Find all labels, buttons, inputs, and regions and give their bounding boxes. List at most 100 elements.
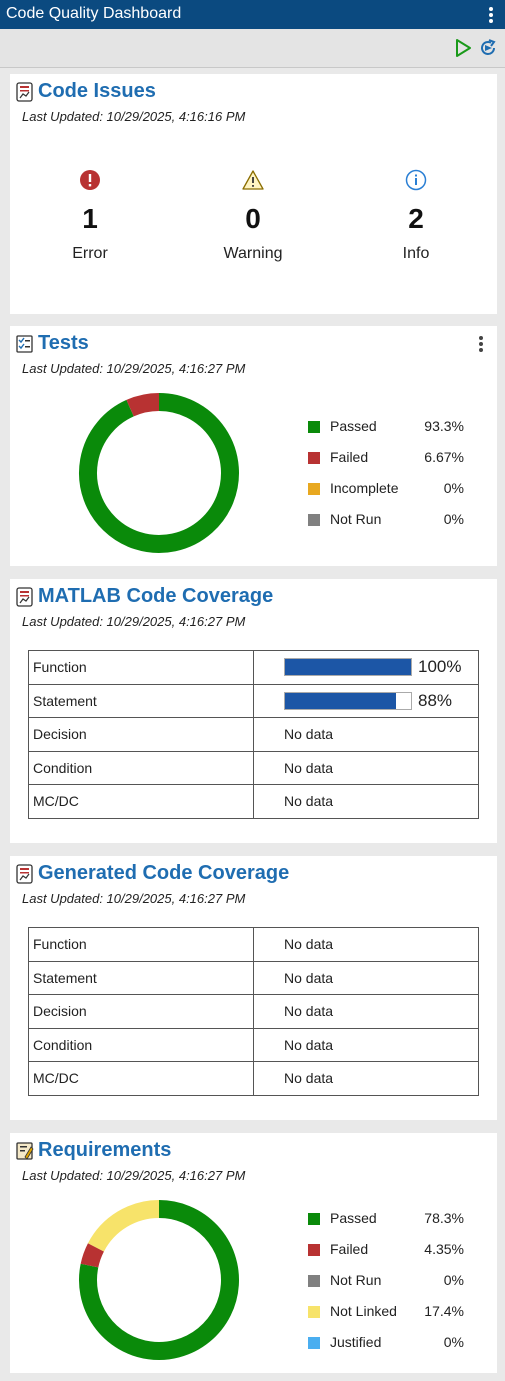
tests-legend-item-failed[interactable]: Failed 6.67% (308, 449, 468, 480)
toolbar (0, 29, 505, 68)
info-summary[interactable]: 2 Info (346, 169, 486, 263)
tests-donut-chart[interactable] (74, 388, 244, 558)
requirements-title[interactable]: Requirements (38, 1139, 171, 1162)
tests-legend-item-not-run[interactable]: Not Run 0% (308, 511, 468, 542)
tests-menu-icon[interactable] (479, 336, 483, 354)
coverage-bar[interactable] (284, 658, 412, 677)
tests-legend-item-incomplete[interactable]: Incomplete 0% (308, 480, 468, 511)
titlebar-menu-icon[interactable] (489, 7, 493, 23)
requirements-card: Requirements Last Updated: 10/29/2025, 4… (10, 1133, 497, 1373)
legend-label: Failed (330, 449, 369, 465)
generated-coverage-table: Function No data Statement No data Decision N… (28, 927, 479, 1096)
legend-percent: 0% (443, 511, 464, 527)
matlab-coverage-row-statement: Statement 88% (28, 683, 479, 718)
legend-swatch (308, 452, 320, 464)
legend-label: Not Run (330, 511, 382, 527)
coverage-value[interactable]: No data (253, 960, 479, 995)
tests-legend: Passed 93.3% Failed 6.67% Incomplete 0% Not Ru… (308, 418, 468, 542)
warning-summary[interactable]: 0 Warning (183, 169, 323, 263)
info-icon (405, 169, 427, 191)
legend-label: Failed (330, 1241, 369, 1257)
requirements-legend-item-justified[interactable]: Justified 0% (308, 1334, 468, 1365)
matlab-coverage-row-mcdc: MC/DC No data (28, 784, 479, 819)
error-icon (80, 170, 100, 190)
coverage-metric: MC/DC (28, 784, 254, 819)
requirements-slice-not-linked[interactable] (87, 1200, 160, 1252)
code-issues-title[interactable]: Code Issues (38, 80, 156, 103)
warning-count: 0 (245, 203, 261, 234)
coverage-value[interactable]: 100% (253, 650, 479, 685)
generated-coverage-row-decision: Decision No data (28, 994, 479, 1029)
legend-percent: 0% (443, 480, 464, 496)
coverage-value[interactable]: No data (253, 994, 479, 1029)
legend-label: Not Run (330, 1272, 382, 1288)
tests-title[interactable]: Tests (38, 332, 89, 355)
play-icon[interactable] (452, 37, 474, 59)
tests-card: Tests Last Updated: 10/29/2025, 4:16:27 … (10, 326, 497, 566)
legend-percent: 6.67% (424, 449, 464, 465)
coverage-metric: Statement (28, 683, 254, 718)
coverage-metric: Function (28, 650, 254, 685)
requirements-legend-item-failed[interactable]: Failed 4.35% (308, 1241, 468, 1272)
warning-label: Warning (223, 245, 283, 262)
window-titlebar: Code Quality Dashboard (0, 0, 505, 29)
coverage-percent: 88% (418, 690, 453, 710)
coverage-no-data: No data (284, 1003, 334, 1020)
coverage-value[interactable]: No data (253, 717, 479, 752)
generated-coverage-row-mcdc: MC/DC No data (28, 1061, 479, 1096)
legend-percent: 78.3% (424, 1210, 464, 1226)
matlab-coverage-title[interactable]: MATLAB Code Coverage (38, 585, 273, 608)
generated-coverage-card: Generated Code Coverage Last Updated: 10… (10, 856, 497, 1120)
legend-label: Justified (330, 1334, 382, 1350)
legend-swatch (308, 421, 320, 433)
coverage-no-data: No data (284, 1070, 334, 1087)
refresh-icon[interactable] (477, 37, 499, 59)
matlab-coverage-row-decision: Decision No data (28, 717, 479, 752)
requirements-updated: Last Updated: 10/29/2025, 4:16:27 PM (22, 1168, 246, 1183)
legend-percent: 17.4% (424, 1303, 464, 1319)
legend-swatch (308, 1337, 320, 1349)
coverage-no-data: No data (284, 1036, 334, 1053)
requirements-legend-item-not-linked[interactable]: Not Linked 17.4% (308, 1303, 468, 1334)
report-icon (16, 82, 33, 102)
code-issues-updated: Last Updated: 10/29/2025, 4:16:16 PM (22, 109, 246, 124)
generated-coverage-row-condition: Condition No data (28, 1027, 479, 1062)
legend-swatch (308, 514, 320, 526)
generated-coverage-title[interactable]: Generated Code Coverage (38, 862, 289, 885)
requirements-legend-item-not-run[interactable]: Not Run 0% (308, 1272, 468, 1303)
legend-percent: 93.3% (424, 418, 464, 434)
test-icon (16, 335, 33, 353)
info-count: 2 (408, 203, 424, 234)
legend-percent: 0% (443, 1334, 464, 1350)
tests-legend-item-passed[interactable]: Passed 93.3% (308, 418, 468, 449)
legend-swatch (308, 1275, 320, 1287)
tests-slice-passed[interactable] (79, 393, 239, 553)
tests-updated: Last Updated: 10/29/2025, 4:16:27 PM (22, 361, 246, 376)
error-summary[interactable]: 1 Error (20, 169, 160, 263)
coverage-value[interactable]: No data (253, 927, 479, 962)
legend-percent: 0% (443, 1272, 464, 1288)
coverage-value[interactable]: No data (253, 1027, 479, 1062)
coverage-no-data: No data (284, 759, 334, 776)
coverage-metric: Condition (28, 750, 254, 785)
requirements-donut-chart[interactable] (74, 1195, 244, 1365)
requirements-legend-item-passed[interactable]: Passed 78.3% (308, 1210, 468, 1241)
coverage-metric: Decision (28, 717, 254, 752)
generated-coverage-updated: Last Updated: 10/29/2025, 4:16:27 PM (22, 891, 246, 906)
report-icon (16, 864, 33, 884)
coverage-value[interactable]: 88% (253, 683, 479, 718)
coverage-bar[interactable] (284, 691, 412, 710)
coverage-value[interactable]: No data (253, 750, 479, 785)
legend-percent: 4.35% (424, 1241, 464, 1257)
coverage-value[interactable]: No data (253, 1061, 479, 1096)
requirements-icon (16, 1142, 34, 1160)
tests-slice-failed[interactable] (126, 393, 160, 417)
requirements-legend: Passed 78.3% Failed 4.35% Not Run 0% Not Linke… (308, 1210, 468, 1365)
requirements-slice-failed[interactable] (80, 1243, 105, 1268)
matlab-coverage-row-function: Function 100% (28, 650, 479, 685)
coverage-bar-fill (285, 659, 411, 676)
coverage-percent: 100% (418, 657, 462, 677)
coverage-bar-fill (285, 692, 396, 709)
legend-label: Passed (330, 418, 377, 434)
coverage-value[interactable]: No data (253, 784, 479, 819)
